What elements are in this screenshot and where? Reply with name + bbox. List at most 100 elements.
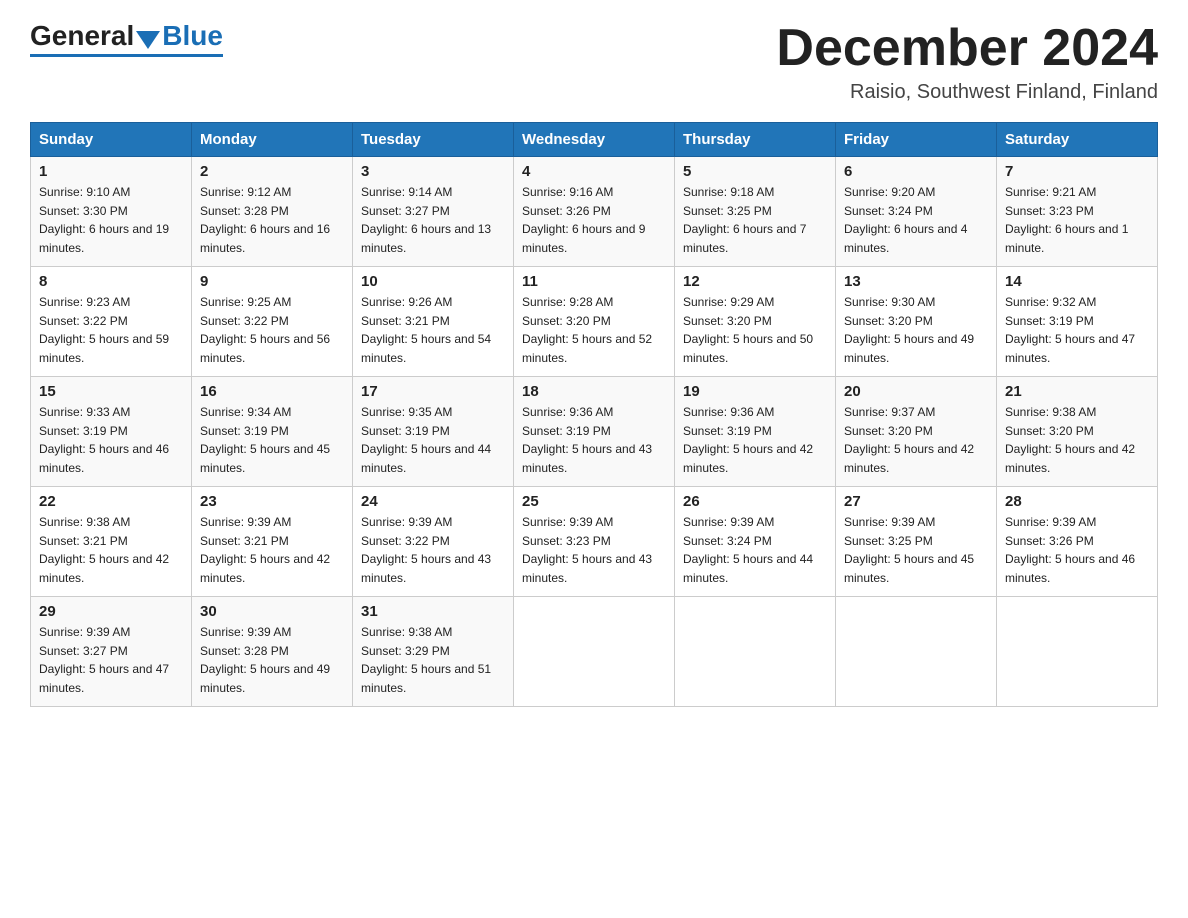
day-number: 29 <box>39 603 183 620</box>
calendar-body: 1 Sunrise: 9:10 AMSunset: 3:30 PMDayligh… <box>31 157 1158 707</box>
day-info: Sunrise: 9:36 AMSunset: 3:19 PMDaylight:… <box>522 403 666 477</box>
day-info: Sunrise: 9:38 AMSunset: 3:21 PMDaylight:… <box>39 513 183 587</box>
day-number: 11 <box>522 273 666 290</box>
calendar-cell: 1 Sunrise: 9:10 AMSunset: 3:30 PMDayligh… <box>31 157 192 267</box>
day-number: 1 <box>39 163 183 180</box>
day-number: 13 <box>844 273 988 290</box>
calendar-week-5: 29 Sunrise: 9:39 AMSunset: 3:27 PMDaylig… <box>31 597 1158 707</box>
calendar-cell: 10 Sunrise: 9:26 AMSunset: 3:21 PMDaylig… <box>353 267 514 377</box>
day-number: 12 <box>683 273 827 290</box>
day-info: Sunrise: 9:21 AMSunset: 3:23 PMDaylight:… <box>1005 183 1149 257</box>
month-title: December 2024 <box>776 20 1158 77</box>
day-number: 9 <box>200 273 344 290</box>
logo-underline <box>30 54 223 57</box>
calendar-cell: 9 Sunrise: 9:25 AMSunset: 3:22 PMDayligh… <box>192 267 353 377</box>
day-number: 18 <box>522 383 666 400</box>
calendar-cell: 27 Sunrise: 9:39 AMSunset: 3:25 PMDaylig… <box>836 487 997 597</box>
calendar-cell: 28 Sunrise: 9:39 AMSunset: 3:26 PMDaylig… <box>997 487 1158 597</box>
day-info: Sunrise: 9:28 AMSunset: 3:20 PMDaylight:… <box>522 293 666 367</box>
header-right: December 2024 Raisio, Southwest Finland,… <box>776 20 1158 104</box>
day-info: Sunrise: 9:25 AMSunset: 3:22 PMDaylight:… <box>200 293 344 367</box>
day-number: 21 <box>1005 383 1149 400</box>
calendar-cell: 3 Sunrise: 9:14 AMSunset: 3:27 PMDayligh… <box>353 157 514 267</box>
day-info: Sunrise: 9:10 AMSunset: 3:30 PMDaylight:… <box>39 183 183 257</box>
day-info: Sunrise: 9:16 AMSunset: 3:26 PMDaylight:… <box>522 183 666 257</box>
day-info: Sunrise: 9:39 AMSunset: 3:22 PMDaylight:… <box>361 513 505 587</box>
weekday-header-tuesday: Tuesday <box>353 123 514 157</box>
day-info: Sunrise: 9:23 AMSunset: 3:22 PMDaylight:… <box>39 293 183 367</box>
day-number: 23 <box>200 493 344 510</box>
day-info: Sunrise: 9:37 AMSunset: 3:20 PMDaylight:… <box>844 403 988 477</box>
day-number: 27 <box>844 493 988 510</box>
day-info: Sunrise: 9:39 AMSunset: 3:23 PMDaylight:… <box>522 513 666 587</box>
day-number: 2 <box>200 163 344 180</box>
day-number: 19 <box>683 383 827 400</box>
weekday-header-wednesday: Wednesday <box>514 123 675 157</box>
calendar-cell <box>997 597 1158 707</box>
day-info: Sunrise: 9:39 AMSunset: 3:25 PMDaylight:… <box>844 513 988 587</box>
calendar-cell: 12 Sunrise: 9:29 AMSunset: 3:20 PMDaylig… <box>675 267 836 377</box>
calendar-cell: 24 Sunrise: 9:39 AMSunset: 3:22 PMDaylig… <box>353 487 514 597</box>
day-number: 25 <box>522 493 666 510</box>
calendar-cell: 2 Sunrise: 9:12 AMSunset: 3:28 PMDayligh… <box>192 157 353 267</box>
calendar-cell: 17 Sunrise: 9:35 AMSunset: 3:19 PMDaylig… <box>353 377 514 487</box>
calendar-header: SundayMondayTuesdayWednesdayThursdayFrid… <box>31 123 1158 157</box>
day-info: Sunrise: 9:38 AMSunset: 3:29 PMDaylight:… <box>361 623 505 697</box>
day-number: 16 <box>200 383 344 400</box>
day-info: Sunrise: 9:29 AMSunset: 3:20 PMDaylight:… <box>683 293 827 367</box>
logo-general-text: General <box>30 20 134 52</box>
day-info: Sunrise: 9:18 AMSunset: 3:25 PMDaylight:… <box>683 183 827 257</box>
day-number: 30 <box>200 603 344 620</box>
page-header: General Blue December 2024 Raisio, South… <box>30 20 1158 104</box>
calendar-cell: 4 Sunrise: 9:16 AMSunset: 3:26 PMDayligh… <box>514 157 675 267</box>
calendar-week-3: 15 Sunrise: 9:33 AMSunset: 3:19 PMDaylig… <box>31 377 1158 487</box>
day-number: 20 <box>844 383 988 400</box>
weekday-header-thursday: Thursday <box>675 123 836 157</box>
calendar-cell: 6 Sunrise: 9:20 AMSunset: 3:24 PMDayligh… <box>836 157 997 267</box>
day-info: Sunrise: 9:34 AMSunset: 3:19 PMDaylight:… <box>200 403 344 477</box>
calendar-table: SundayMondayTuesdayWednesdayThursdayFrid… <box>30 122 1158 707</box>
calendar-cell: 11 Sunrise: 9:28 AMSunset: 3:20 PMDaylig… <box>514 267 675 377</box>
logo-arrow-icon <box>136 31 160 49</box>
calendar-cell <box>675 597 836 707</box>
calendar-cell: 14 Sunrise: 9:32 AMSunset: 3:19 PMDaylig… <box>997 267 1158 377</box>
day-info: Sunrise: 9:39 AMSunset: 3:26 PMDaylight:… <box>1005 513 1149 587</box>
weekday-header-row: SundayMondayTuesdayWednesdayThursdayFrid… <box>31 123 1158 157</box>
day-number: 31 <box>361 603 505 620</box>
logo: General Blue <box>30 20 223 57</box>
day-info: Sunrise: 9:12 AMSunset: 3:28 PMDaylight:… <box>200 183 344 257</box>
calendar-cell: 23 Sunrise: 9:39 AMSunset: 3:21 PMDaylig… <box>192 487 353 597</box>
day-number: 10 <box>361 273 505 290</box>
location-text: Raisio, Southwest Finland, Finland <box>776 81 1158 104</box>
day-info: Sunrise: 9:38 AMSunset: 3:20 PMDaylight:… <box>1005 403 1149 477</box>
day-info: Sunrise: 9:14 AMSunset: 3:27 PMDaylight:… <box>361 183 505 257</box>
calendar-cell: 19 Sunrise: 9:36 AMSunset: 3:19 PMDaylig… <box>675 377 836 487</box>
calendar-cell: 7 Sunrise: 9:21 AMSunset: 3:23 PMDayligh… <box>997 157 1158 267</box>
calendar-cell: 26 Sunrise: 9:39 AMSunset: 3:24 PMDaylig… <box>675 487 836 597</box>
weekday-header-monday: Monday <box>192 123 353 157</box>
day-info: Sunrise: 9:35 AMSunset: 3:19 PMDaylight:… <box>361 403 505 477</box>
calendar-cell: 13 Sunrise: 9:30 AMSunset: 3:20 PMDaylig… <box>836 267 997 377</box>
weekday-header-sunday: Sunday <box>31 123 192 157</box>
calendar-cell: 22 Sunrise: 9:38 AMSunset: 3:21 PMDaylig… <box>31 487 192 597</box>
day-info: Sunrise: 9:32 AMSunset: 3:19 PMDaylight:… <box>1005 293 1149 367</box>
calendar-cell: 29 Sunrise: 9:39 AMSunset: 3:27 PMDaylig… <box>31 597 192 707</box>
day-info: Sunrise: 9:30 AMSunset: 3:20 PMDaylight:… <box>844 293 988 367</box>
calendar-cell: 5 Sunrise: 9:18 AMSunset: 3:25 PMDayligh… <box>675 157 836 267</box>
day-info: Sunrise: 9:39 AMSunset: 3:28 PMDaylight:… <box>200 623 344 697</box>
day-number: 6 <box>844 163 988 180</box>
weekday-header-saturday: Saturday <box>997 123 1158 157</box>
day-info: Sunrise: 9:26 AMSunset: 3:21 PMDaylight:… <box>361 293 505 367</box>
day-info: Sunrise: 9:39 AMSunset: 3:27 PMDaylight:… <box>39 623 183 697</box>
day-number: 26 <box>683 493 827 510</box>
calendar-cell <box>836 597 997 707</box>
day-number: 7 <box>1005 163 1149 180</box>
calendar-cell: 16 Sunrise: 9:34 AMSunset: 3:19 PMDaylig… <box>192 377 353 487</box>
day-info: Sunrise: 9:39 AMSunset: 3:21 PMDaylight:… <box>200 513 344 587</box>
day-number: 28 <box>1005 493 1149 510</box>
calendar-cell: 8 Sunrise: 9:23 AMSunset: 3:22 PMDayligh… <box>31 267 192 377</box>
day-number: 8 <box>39 273 183 290</box>
day-number: 17 <box>361 383 505 400</box>
day-number: 15 <box>39 383 183 400</box>
calendar-cell: 21 Sunrise: 9:38 AMSunset: 3:20 PMDaylig… <box>997 377 1158 487</box>
